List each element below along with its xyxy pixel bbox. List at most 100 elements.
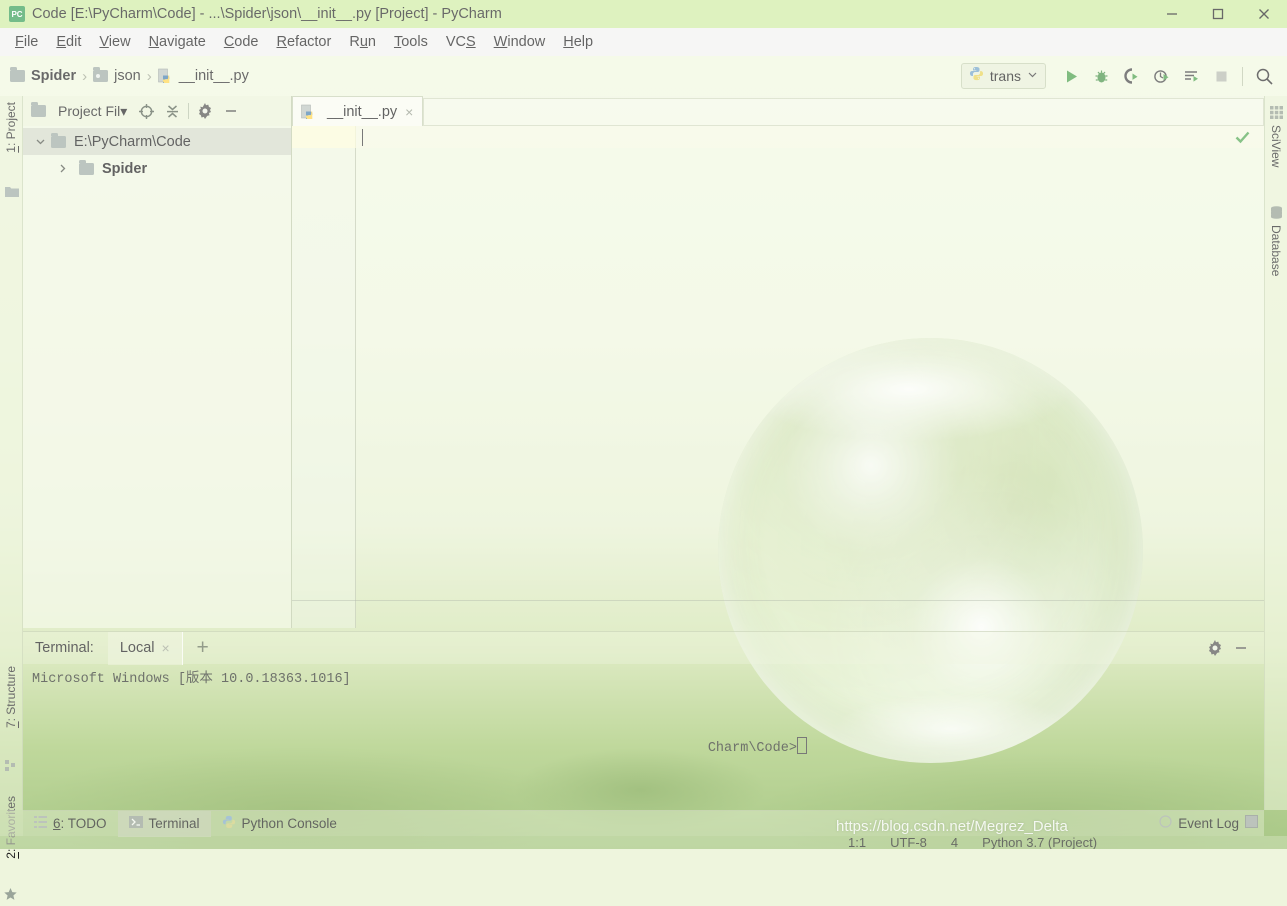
search-icon[interactable] bbox=[1249, 62, 1279, 90]
right-tool-strip: SciView Database bbox=[1264, 96, 1287, 810]
window-layout-icon[interactable] bbox=[1245, 814, 1258, 833]
encoding-status[interactable]: UTF-8 bbox=[878, 836, 939, 849]
code-editor[interactable] bbox=[292, 126, 1264, 628]
menu-item-refactor[interactable]: Refactor bbox=[268, 31, 341, 53]
terminal-label: Terminal: bbox=[35, 640, 94, 656]
chevron-right-icon[interactable] bbox=[51, 163, 73, 174]
tree-item-label: Spider bbox=[102, 160, 148, 177]
terminal-prompt-line: Charm\Code> bbox=[643, 722, 807, 771]
menu-item-help[interactable]: Help bbox=[554, 31, 602, 53]
pycharm-icon bbox=[9, 6, 25, 22]
project-icon bbox=[5, 184, 19, 202]
gear-icon[interactable] bbox=[1202, 635, 1228, 661]
terminal-tab-local[interactable]: Local × bbox=[107, 631, 182, 665]
event-log-icon bbox=[1159, 814, 1172, 833]
editor-guide-line bbox=[292, 600, 1264, 601]
project-panel-title[interactable]: Project Fil▾ bbox=[58, 103, 127, 120]
star-icon bbox=[4, 888, 17, 906]
editor-tab-init-py[interactable]: __init__.py × bbox=[292, 96, 424, 126]
interpreter-status[interactable]: Python 3.7 (Project) bbox=[970, 836, 1109, 849]
terminal-output[interactable]: Microsoft Windows [版本 10.0.18363.1016] C… bbox=[23, 670, 1264, 810]
terminal-icon bbox=[128, 816, 143, 831]
breadcrumb-spider[interactable]: Spider bbox=[10, 67, 77, 84]
bottom-tab-terminal[interactable]: Terminal bbox=[117, 810, 211, 837]
bottom-tab-python-console[interactable]: Python Console bbox=[211, 811, 348, 837]
tree-item-spider[interactable]: Spider bbox=[23, 155, 291, 182]
python-icon bbox=[222, 815, 236, 832]
close-icon[interactable]: × bbox=[405, 104, 413, 120]
terminal-line: Microsoft Windows [版本 10.0.18363.1016] bbox=[32, 672, 351, 687]
gear-icon[interactable] bbox=[192, 98, 218, 124]
sidebar-item-sciview[interactable]: SciView bbox=[1269, 125, 1283, 167]
run-coverage-button[interactable] bbox=[1116, 62, 1146, 90]
editor-tab-label: __init__.py bbox=[327, 103, 398, 120]
run-configuration-selector[interactable]: trans bbox=[960, 63, 1046, 89]
ok-checkmark-icon[interactable] bbox=[1235, 130, 1250, 150]
left-tool-strip: 1: Project 7: Structure 2: Favorites bbox=[0, 96, 23, 900]
editor-tab-bar: __init__.py × bbox=[292, 96, 1264, 126]
terminal-prompt-text: Charm\Code> bbox=[707, 741, 797, 756]
current-line-highlight bbox=[356, 126, 1264, 148]
toolbar-divider bbox=[1242, 66, 1243, 86]
project-tool-window: Project Fil▾ E:\PyCharm\Code Spider bbox=[23, 96, 292, 628]
minimize-icon[interactable] bbox=[1149, 0, 1195, 28]
bottom-left-corner bbox=[0, 810, 23, 836]
python-file-icon bbox=[157, 68, 174, 84]
navigation-bar: Spider › json › __init__.py trans bbox=[0, 56, 1287, 96]
tool-window-bar-bottom: 6: TODO Terminal Python Console Event Lo… bbox=[23, 810, 1264, 837]
menu-item-navigate[interactable]: Navigate bbox=[140, 31, 215, 53]
folder-icon bbox=[31, 102, 46, 117]
toolbar-actions: trans bbox=[960, 62, 1287, 90]
run-button[interactable] bbox=[1056, 62, 1086, 90]
folder-package-icon bbox=[93, 67, 109, 82]
terminal-tab-label: Local bbox=[119, 640, 155, 656]
tree-item-code-root[interactable]: E:\PyCharm\Code bbox=[23, 128, 291, 155]
menu-item-code[interactable]: Code bbox=[215, 31, 268, 53]
debug-button[interactable] bbox=[1086, 62, 1116, 90]
menu-item-vcs[interactable]: VCS bbox=[437, 31, 485, 53]
event-log-label[interactable]: Event Log bbox=[1178, 816, 1239, 831]
sidebar-item-project[interactable]: 1: Project bbox=[4, 102, 18, 153]
bottom-tab-label: 6: TODO bbox=[53, 816, 107, 831]
bottom-tab-label: Terminal bbox=[148, 816, 200, 831]
minimize-icon[interactable] bbox=[218, 98, 244, 124]
caret-position[interactable]: 1:1 bbox=[836, 836, 878, 849]
status-bar: 1:1 UTF-8 4 Python 3.7 (Project) bbox=[0, 836, 1287, 849]
bottom-bar-right: Event Log bbox=[1159, 814, 1264, 833]
bottom-tab-label: Python Console bbox=[241, 816, 337, 831]
close-icon[interactable]: × bbox=[162, 640, 170, 656]
target-icon[interactable] bbox=[133, 98, 159, 124]
header-divider bbox=[188, 103, 190, 119]
maximize-icon[interactable] bbox=[1195, 0, 1241, 28]
bottom-tab-todo[interactable]: 6: TODO bbox=[23, 811, 118, 837]
new-terminal-tab-button[interactable]: + bbox=[183, 632, 223, 665]
breadcrumb-json[interactable]: json bbox=[93, 67, 141, 84]
editor-gutter[interactable] bbox=[292, 126, 356, 628]
text-caret bbox=[362, 129, 363, 146]
window-title: Code [E:\PyCharm\Code] - ...\Spider\json… bbox=[32, 6, 502, 22]
menu-item-view[interactable]: View bbox=[90, 31, 139, 53]
project-panel-header: Project Fil▾ bbox=[23, 96, 291, 126]
profile-button[interactable] bbox=[1146, 62, 1176, 90]
menu-item-run[interactable]: Run bbox=[340, 31, 385, 53]
python-icon bbox=[969, 66, 984, 86]
menu-item-tools[interactable]: Tools bbox=[385, 31, 437, 53]
run-with-options-button[interactable] bbox=[1176, 62, 1206, 90]
breadcrumb-label: __init__.py bbox=[178, 68, 249, 84]
menu-item-edit[interactable]: Edit bbox=[47, 31, 90, 53]
sidebar-item-database[interactable]: Database bbox=[1269, 225, 1283, 276]
breadcrumb-separator: › bbox=[82, 67, 88, 85]
database-icon bbox=[1270, 206, 1283, 224]
breadcrumb-init-file[interactable]: __init__.py bbox=[157, 68, 249, 84]
sidebar-item-structure[interactable]: 7: Structure bbox=[4, 666, 18, 728]
breadcrumb-label: Spider bbox=[31, 68, 77, 84]
close-icon[interactable] bbox=[1241, 0, 1287, 28]
chevron-down-icon[interactable] bbox=[29, 136, 51, 147]
indent-status[interactable]: 4 bbox=[939, 836, 970, 849]
terminal-tool-window: Terminal: Local × + Microsoft Windows [版… bbox=[23, 628, 1264, 810]
collapse-all-icon[interactable] bbox=[159, 98, 185, 124]
minimize-icon[interactable] bbox=[1228, 635, 1254, 661]
menu-item-window[interactable]: Window bbox=[485, 31, 555, 53]
menu-item-file[interactable]: File bbox=[6, 31, 47, 53]
stop-button[interactable] bbox=[1206, 62, 1236, 90]
